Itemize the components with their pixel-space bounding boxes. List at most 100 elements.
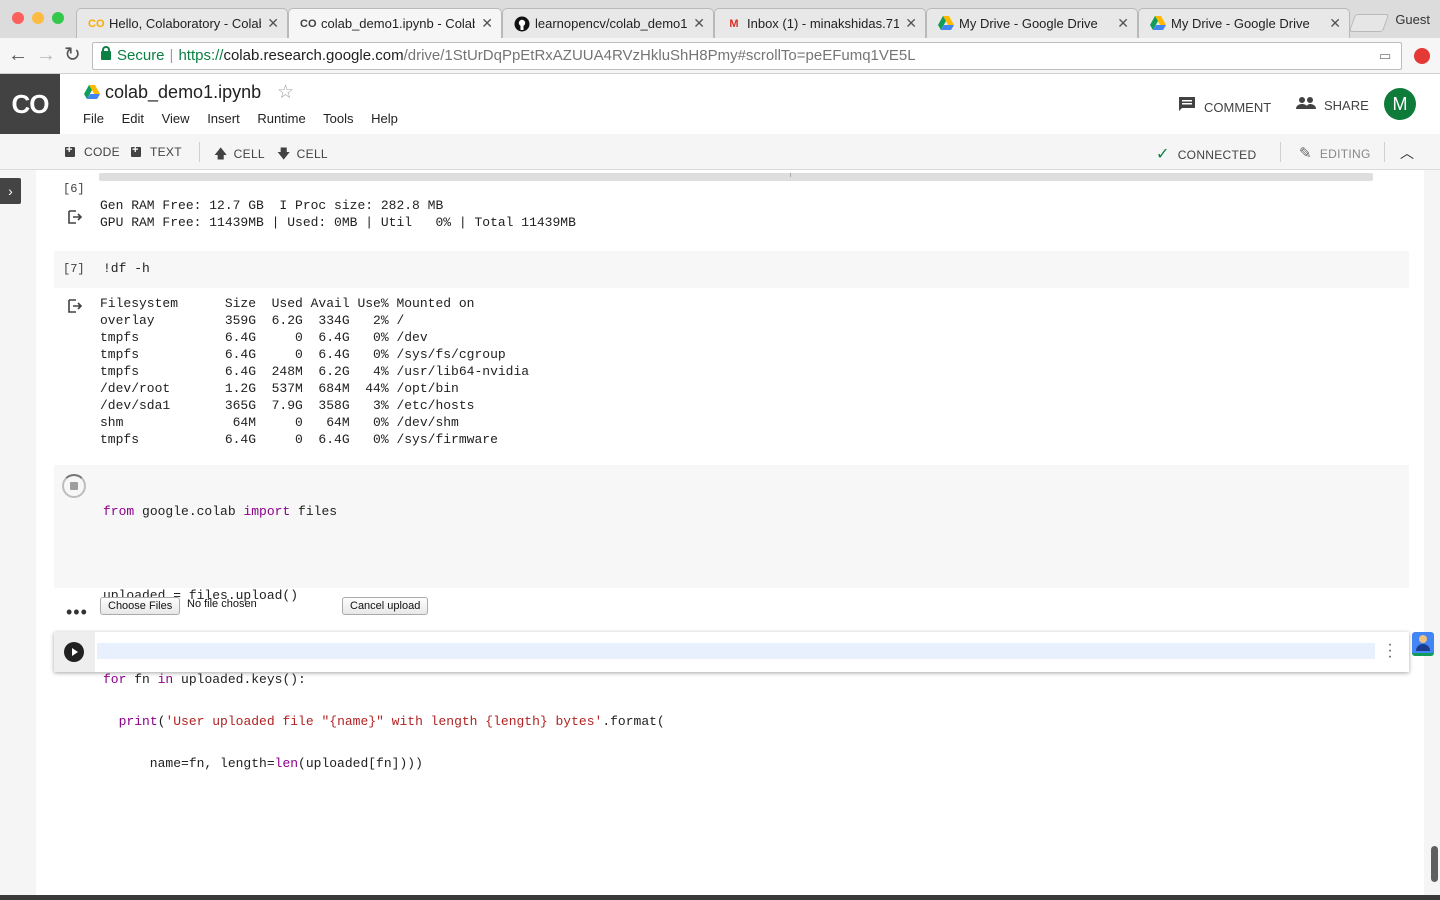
- menu-runtime[interactable]: Runtime: [257, 111, 305, 126]
- close-window-button[interactable]: [12, 12, 24, 24]
- chevron-right-icon[interactable]: ›: [0, 178, 21, 204]
- notebook-toolbar: CODE TEXT 🡅 CELL 🡇 CELL ✓ CONNECTED ✎ EDITIN…: [0, 134, 1440, 170]
- menu-view[interactable]: View: [162, 111, 190, 126]
- reload-icon[interactable]: ↻: [64, 44, 81, 66]
- tab-label: Inbox (1) - minakshidas.718: [747, 16, 899, 31]
- menu-edit[interactable]: Edit: [122, 111, 144, 126]
- string-literal: 'User uploaded file "{name}" with length…: [165, 714, 603, 729]
- avatar[interactable]: M: [1384, 88, 1416, 120]
- code-cell[interactable]: [7] !df -h: [54, 251, 1409, 288]
- output-icon[interactable]: [68, 299, 83, 313]
- right-gutter: [1424, 170, 1440, 900]
- tab-close-icon[interactable]: ✕: [1329, 9, 1341, 38]
- gmail-icon: M: [729, 18, 739, 30]
- code-token: files: [290, 504, 338, 519]
- horizontal-scrollbar[interactable]: [99, 173, 1373, 181]
- colab-header: CO colab_demo1.ipynb ☆ File Edit View In…: [0, 74, 1440, 134]
- add-code-button[interactable]: CODE: [65, 144, 120, 159]
- no-file-chosen-label: No file chosen: [187, 598, 257, 610]
- extension-icon[interactable]: [1414, 48, 1430, 64]
- code-token: uploaded.keys():: [173, 672, 306, 687]
- scrollbar-thumb[interactable]: [1431, 846, 1438, 882]
- choose-files-button[interactable]: Choose Files: [100, 597, 181, 615]
- guest-profile-label[interactable]: Guest: [1395, 12, 1430, 27]
- maximize-window-button[interactable]: [52, 12, 64, 24]
- back-arrow-icon[interactable]: ←: [8, 44, 28, 66]
- more-vert-icon[interactable]: · · ·: [1385, 637, 1395, 665]
- builtin: len: [274, 756, 299, 771]
- secure-label: Secure: [117, 47, 165, 64]
- editing-label: EDITING: [1319, 147, 1371, 161]
- browser-tab-active[interactable]: CO colab_demo1.ipynb - Colab ✕: [288, 8, 502, 38]
- move-cell-down-button[interactable]: 🡇 CELL: [277, 145, 328, 167]
- tab-label: Hello, Colaboratory - Colab: [109, 16, 261, 31]
- tab-close-icon[interactable]: ✕: [905, 9, 917, 38]
- move-cell-up-button[interactable]: 🡅 CELL: [214, 145, 265, 167]
- add-text-button[interactable]: TEXT: [131, 144, 182, 159]
- browser-tab[interactable]: My Drive - Google Drive ✕: [926, 8, 1138, 38]
- notebook-page: [6] Gen RAM Free: 12.7 GB I Proc size: 2…: [36, 170, 1424, 895]
- user-presence-icon[interactable]: [1412, 632, 1434, 656]
- stop-running-icon[interactable]: [62, 474, 86, 498]
- menu-tools[interactable]: Tools: [323, 111, 353, 126]
- github-icon: [514, 16, 530, 32]
- tab-close-icon[interactable]: ✕: [481, 9, 493, 38]
- code-cell-running[interactable]: from google.colab import files uploaded …: [54, 465, 1409, 771]
- keyword: import: [243, 504, 291, 519]
- editing-mode-button[interactable]: ✎ EDITING: [1299, 144, 1371, 162]
- empty-code-cell[interactable]: · · ·: [54, 632, 1409, 672]
- colab-favicon-icon: CO: [300, 18, 317, 30]
- menu-file[interactable]: File: [83, 111, 104, 126]
- execution-count: [7]: [63, 262, 85, 276]
- url-host: colab.research.google.com: [223, 47, 404, 64]
- plus-icon: [131, 144, 141, 157]
- minimize-window-button[interactable]: [32, 12, 44, 24]
- tab-close-icon[interactable]: ✕: [267, 9, 279, 38]
- url-path: /drive/1StUrDqPpEtRxAZUUA4RVzHkluShH8Pmy…: [403, 47, 916, 64]
- code-source[interactable]: !df -h: [103, 261, 150, 276]
- toolbar-divider: [1280, 142, 1281, 162]
- cell-output: Filesystem Size Used Avail Use% Mounted …: [100, 296, 530, 447]
- bottom-edge: [0, 895, 1440, 900]
- star-icon[interactable]: ☆: [277, 81, 294, 104]
- cancel-upload-button[interactable]: Cancel upload: [342, 597, 429, 615]
- tab-close-icon[interactable]: ✕: [1117, 9, 1129, 38]
- tab-close-icon[interactable]: ✕: [693, 9, 705, 38]
- new-tab-button[interactable]: [1348, 14, 1390, 32]
- menu-help[interactable]: Help: [371, 111, 398, 126]
- code-editor-input[interactable]: [97, 643, 1375, 659]
- builtin: print: [118, 714, 158, 729]
- drive-icon: [938, 16, 954, 32]
- code-line: from google.colab import files: [103, 505, 665, 519]
- connected-label: CONNECTED: [1177, 148, 1257, 162]
- move-up-label: CELL: [233, 147, 265, 161]
- forward-arrow-icon[interactable]: →: [36, 44, 56, 66]
- chevron-up-icon[interactable]: ︿: [1400, 143, 1414, 163]
- code-token: fn: [126, 672, 158, 687]
- code-token: .format(: [602, 714, 665, 729]
- drive-icon: [84, 85, 100, 99]
- run-cell-icon[interactable]: [64, 642, 84, 662]
- arrow-up-icon: 🡅: [214, 146, 228, 161]
- menu-insert[interactable]: Insert: [207, 111, 240, 126]
- pencil-icon: ✎: [1299, 145, 1312, 162]
- connection-status[interactable]: ✓ CONNECTED: [1156, 144, 1256, 164]
- output-icon[interactable]: [68, 210, 83, 224]
- comment-button[interactable]: COMMENT: [1178, 96, 1271, 115]
- browser-tab[interactable]: learnopencv/colab_demo1.ip ✕: [502, 8, 714, 38]
- browser-tab[interactable]: My Drive - Google Drive ✕: [1138, 8, 1350, 38]
- share-button[interactable]: SHARE: [1296, 96, 1369, 113]
- tab-label: colab_demo1.ipynb - Colab: [321, 16, 475, 31]
- keyword: from: [103, 504, 135, 519]
- cast-icon[interactable]: ▭: [1379, 43, 1391, 69]
- arrow-down-icon: 🡇: [277, 146, 291, 161]
- notebook-title[interactable]: colab_demo1.ipynb: [105, 82, 261, 103]
- colab-logo[interactable]: CO: [0, 74, 60, 134]
- browser-tab[interactable]: CO Hello, Colaboratory - Colab ✕: [76, 8, 288, 38]
- code-line: name=fn, length=len(uploaded[fn]))): [103, 757, 665, 771]
- url-field[interactable]: Secure | https://colab.research.google.com…: [92, 42, 1402, 70]
- browser-tab[interactable]: M Inbox (1) - minakshidas.718 ✕: [714, 8, 926, 38]
- tab-label: My Drive - Google Drive: [959, 16, 1098, 31]
- plus-icon: [65, 144, 75, 157]
- cell-output: Gen RAM Free: 12.7 GB I Proc size: 282.8…: [100, 198, 576, 230]
